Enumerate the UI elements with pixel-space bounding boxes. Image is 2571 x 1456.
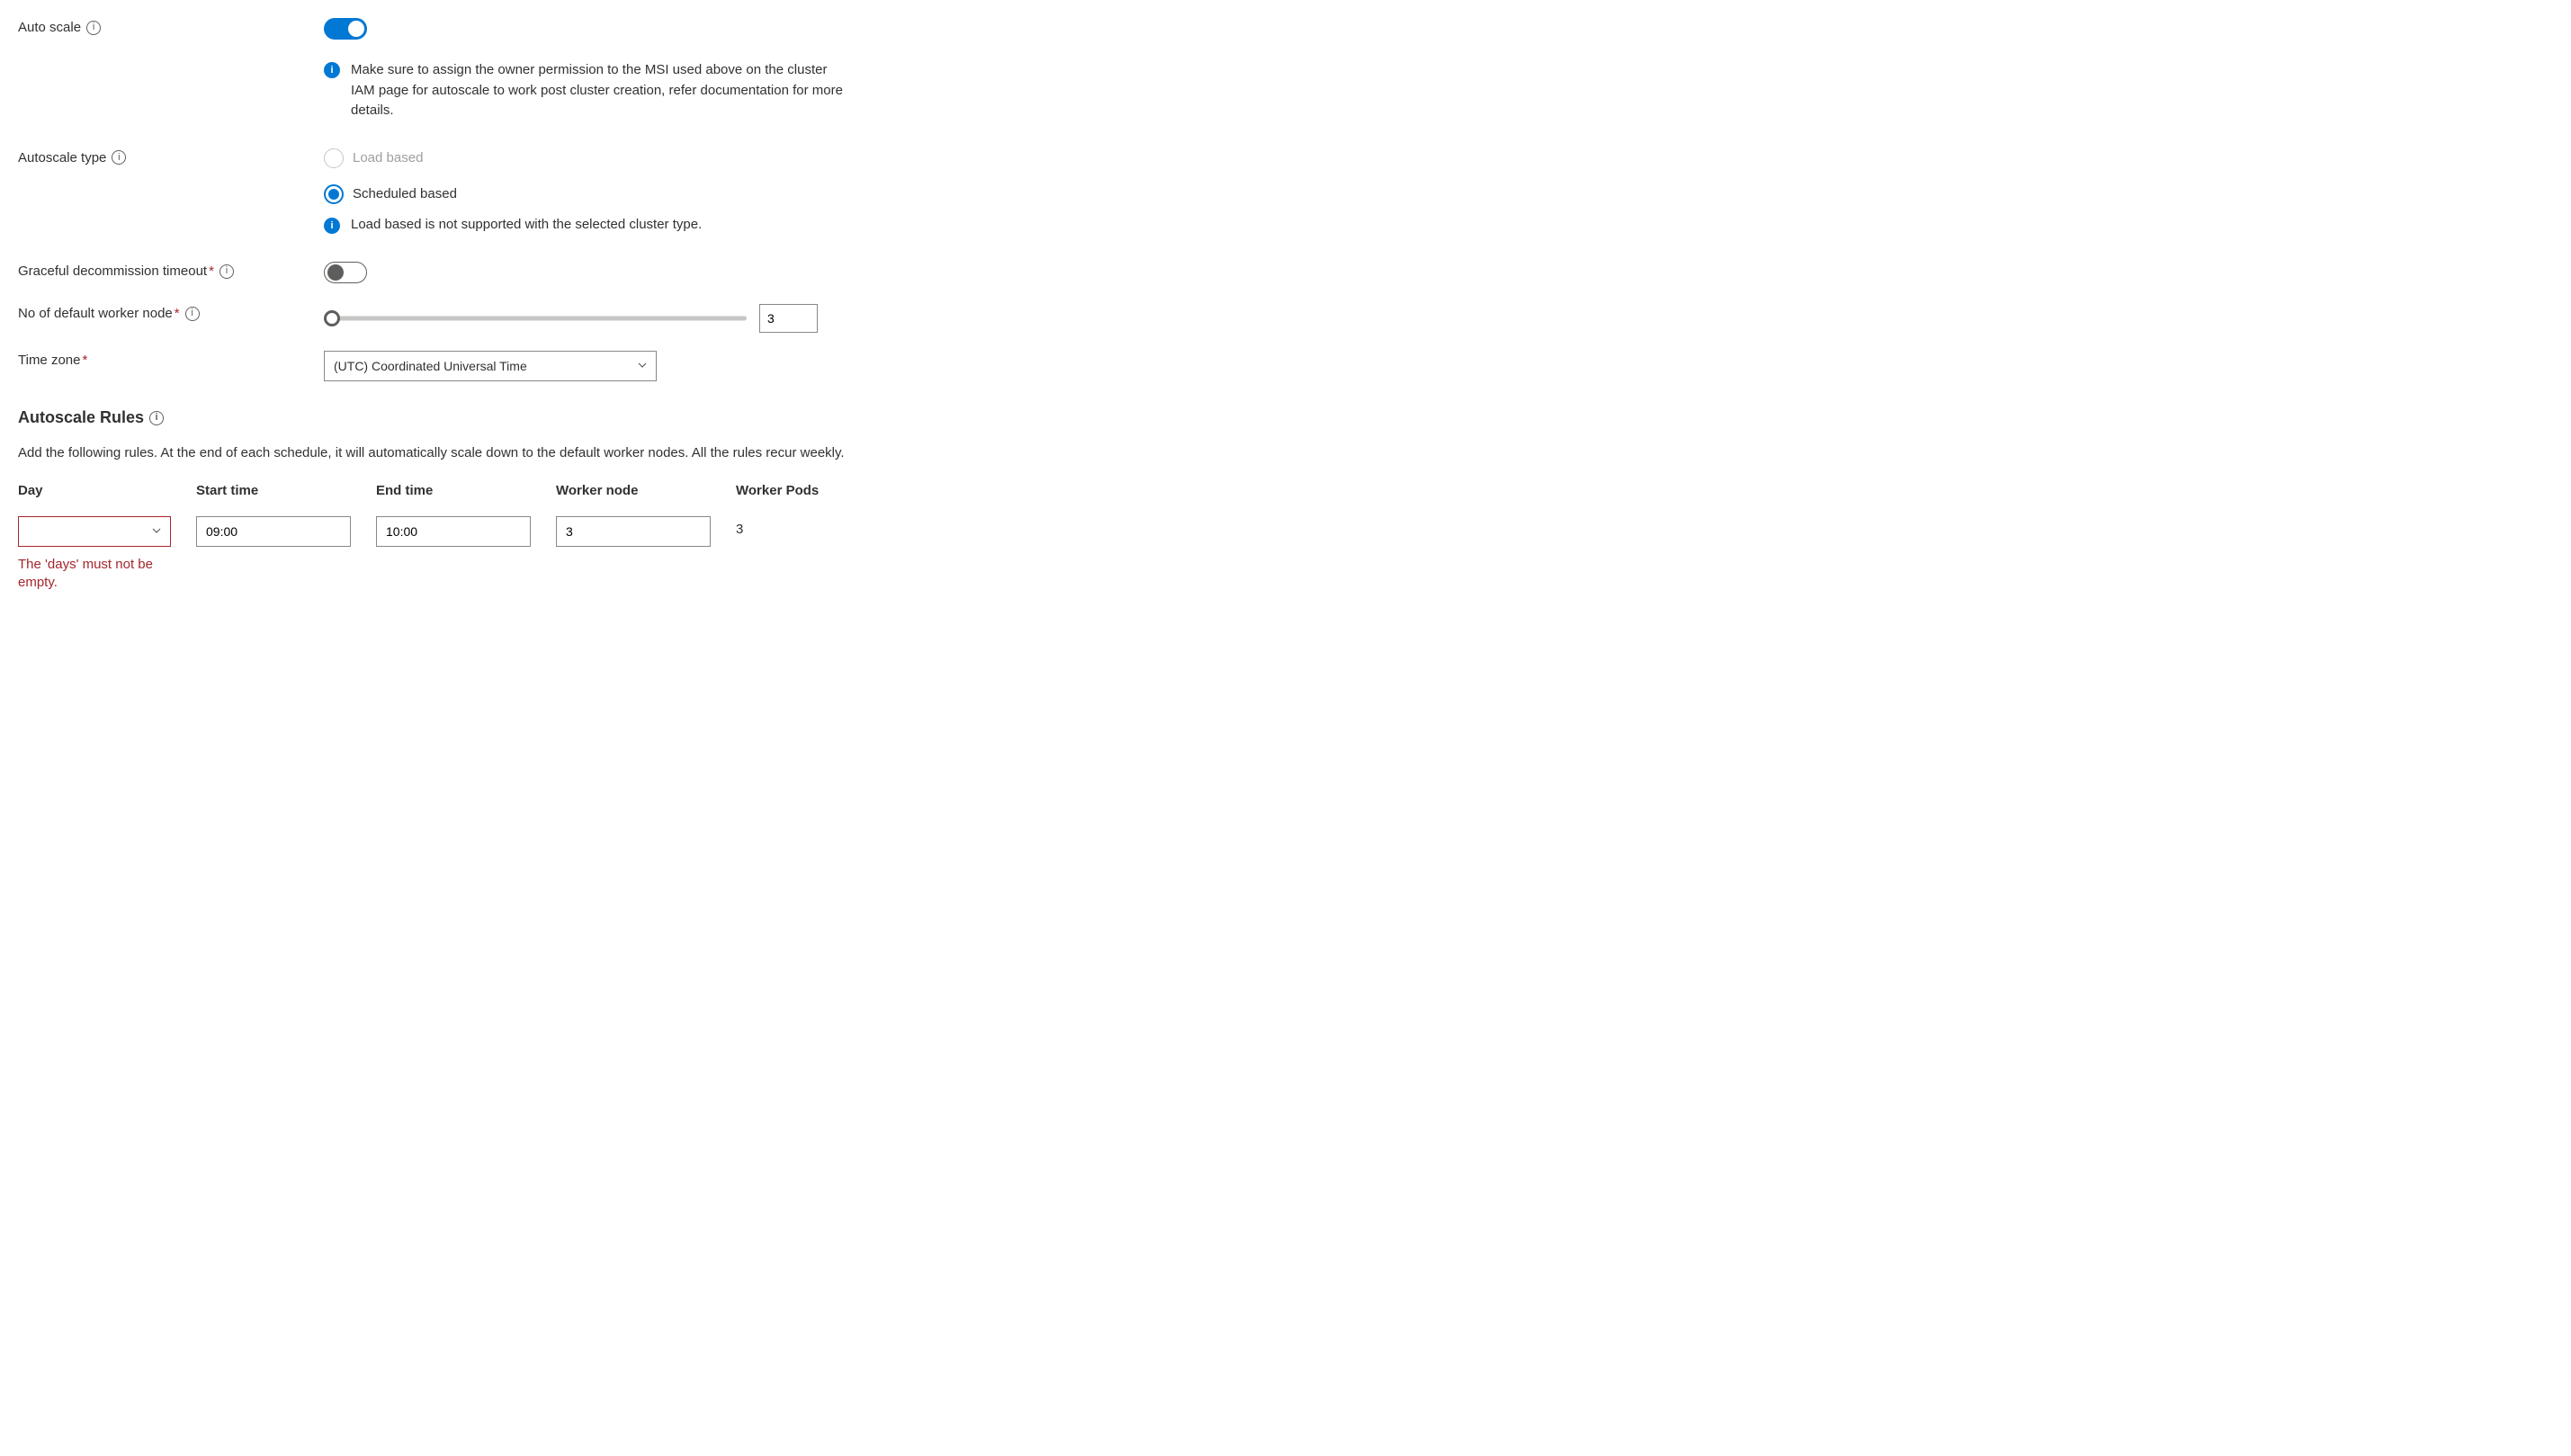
radio-load-based-label: Load based — [353, 150, 423, 165]
radio-scheduled-based[interactable]: Scheduled based — [324, 184, 882, 204]
info-icon[interactable]: i — [86, 21, 101, 35]
col-header-start-time: Start time — [196, 483, 351, 498]
time-zone-select[interactable]: (UTC) Coordinated Universal Time — [324, 351, 657, 381]
default-worker-node-label: No of default worker node — [18, 306, 173, 321]
auto-scale-toggle[interactable] — [324, 18, 367, 40]
auto-scale-label: Auto scale — [18, 20, 81, 35]
autoscale-type-label: Autoscale type — [18, 150, 106, 165]
required-mark: * — [209, 264, 214, 279]
info-icon[interactable]: i — [219, 264, 234, 279]
info-badge-icon: i — [324, 218, 340, 234]
start-time-input[interactable] — [196, 516, 351, 547]
worker-pods-value: 3 — [736, 516, 844, 537]
info-icon[interactable]: i — [185, 307, 200, 321]
required-mark: * — [82, 353, 87, 368]
radio-scheduled-based-label: Scheduled based — [353, 186, 457, 201]
col-header-worker-node: Worker node — [556, 483, 711, 498]
col-header-worker-pods: Worker Pods — [736, 483, 844, 498]
col-header-day: Day — [18, 483, 171, 498]
info-icon[interactable]: i — [149, 411, 164, 425]
info-icon[interactable]: i — [112, 150, 126, 165]
day-select[interactable] — [18, 516, 171, 547]
autoscale-rules-description: Add the following rules. At the end of e… — [18, 443, 846, 463]
required-mark: * — [175, 306, 180, 321]
autoscale-rules-heading: Autoscale Rules — [18, 408, 144, 427]
time-zone-value: (UTC) Coordinated Universal Time — [334, 359, 527, 373]
end-time-input[interactable] — [376, 516, 531, 547]
radio-load-based: Load based — [324, 148, 882, 168]
time-zone-label: Time zone — [18, 353, 80, 368]
worker-node-rule-input[interactable] — [556, 516, 711, 547]
graceful-decommission-toggle[interactable] — [324, 262, 367, 283]
col-header-end-time: End time — [376, 483, 531, 498]
info-badge-icon: i — [324, 62, 340, 78]
day-error-message: The 'days' must not be empty. — [18, 556, 171, 593]
auto-scale-info-text: Make sure to assign the owner permission… — [351, 60, 846, 121]
worker-node-slider[interactable] — [324, 309, 747, 327]
graceful-decommission-label: Graceful decommission timeout — [18, 264, 207, 279]
worker-node-input[interactable] — [759, 304, 818, 333]
autoscale-type-warning: Load based is not supported with the sel… — [351, 215, 702, 236]
